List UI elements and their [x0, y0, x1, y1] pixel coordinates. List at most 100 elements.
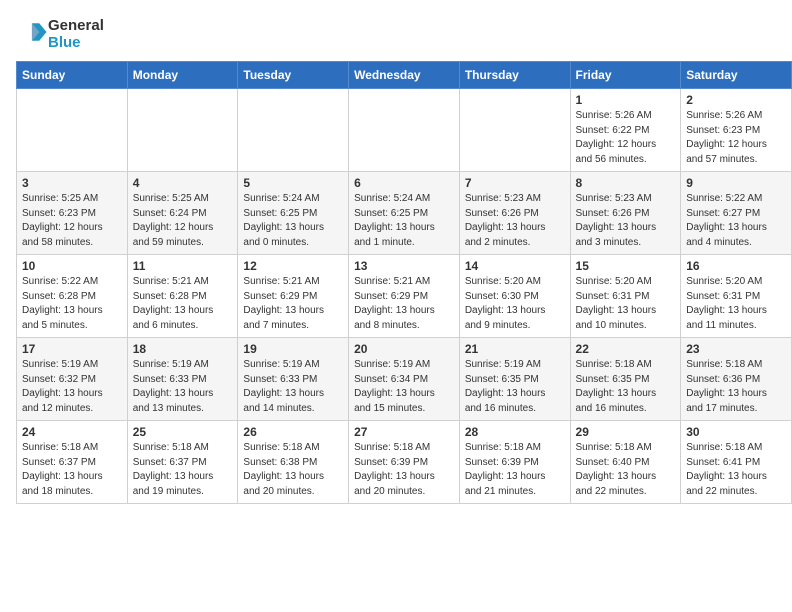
day-number: 28 — [465, 425, 565, 439]
calendar-day: 25 Sunrise: 5:18 AM Sunset: 6:37 PM Dayli… — [127, 421, 238, 504]
day-info: Sunrise: 5:19 AM Sunset: 6:34 PM Dayligh… — [354, 358, 454, 416]
day-number: 15 — [576, 259, 676, 273]
day-number: 9 — [686, 176, 786, 190]
day-info: Sunrise: 5:19 AM Sunset: 6:33 PM Dayligh… — [243, 358, 343, 416]
day-info: Sunrise: 5:21 AM Sunset: 6:29 PM Dayligh… — [354, 275, 454, 333]
day-number: 8 — [576, 176, 676, 190]
calendar-day: 28 Sunrise: 5:18 AM Sunset: 6:39 PM Dayli… — [459, 421, 570, 504]
day-info: Sunrise: 5:25 AM Sunset: 6:24 PM Dayligh… — [133, 192, 233, 250]
day-info: Sunrise: 5:18 AM Sunset: 6:41 PM Dayligh… — [686, 441, 786, 499]
calendar-day: 12 Sunrise: 5:21 AM Sunset: 6:29 PM Dayli… — [238, 255, 349, 338]
calendar-day: 29 Sunrise: 5:18 AM Sunset: 6:40 PM Dayli… — [570, 421, 681, 504]
calendar-day: 6 Sunrise: 5:24 AM Sunset: 6:25 PM Daylig… — [349, 172, 460, 255]
calendar-day: 17Sunrise: 5:19 AM Sunset: 6:32 PM Dayli… — [17, 338, 128, 421]
calendar-day: 22 Sunrise: 5:18 AM Sunset: 6:35 PM Dayli… — [570, 338, 681, 421]
day-info: Sunrise: 5:20 AM Sunset: 6:31 PM Dayligh… — [576, 275, 676, 333]
day-info: Sunrise: 5:22 AM Sunset: 6:28 PM Dayligh… — [22, 275, 122, 333]
day-number: 6 — [354, 176, 454, 190]
day-info: Sunrise: 5:23 AM Sunset: 6:26 PM Dayligh… — [576, 192, 676, 250]
page-header: General Blue — [0, 0, 792, 61]
calendar-day: 11 Sunrise: 5:21 AM Sunset: 6:28 PM Dayli… — [127, 255, 238, 338]
day-number: 3 — [22, 176, 122, 190]
calendar-day: 30 Sunrise: 5:18 AM Sunset: 6:41 PM Dayli… — [681, 421, 792, 504]
calendar-day — [349, 89, 460, 172]
calendar-day: 18 Sunrise: 5:19 AM Sunset: 6:33 PM Dayli… — [127, 338, 238, 421]
calendar-day: 20 Sunrise: 5:19 AM Sunset: 6:34 PM Dayli… — [349, 338, 460, 421]
day-info: Sunrise: 5:19 AM Sunset: 6:32 PM Dayligh… — [22, 358, 122, 416]
day-info: Sunrise: 5:20 AM Sunset: 6:31 PM Dayligh… — [686, 275, 786, 333]
day-info: Sunrise: 5:24 AM Sunset: 6:25 PM Dayligh… — [354, 192, 454, 250]
calendar-day: 3Sunrise: 5:25 AM Sunset: 6:23 PM Daylig… — [17, 172, 128, 255]
day-number: 16 — [686, 259, 786, 273]
day-number: 5 — [243, 176, 343, 190]
day-info: Sunrise: 5:21 AM Sunset: 6:29 PM Dayligh… — [243, 275, 343, 333]
day-number: 30 — [686, 425, 786, 439]
day-number: 11 — [133, 259, 233, 273]
day-info: Sunrise: 5:20 AM Sunset: 6:30 PM Dayligh… — [465, 275, 565, 333]
day-number: 12 — [243, 259, 343, 273]
day-info: Sunrise: 5:18 AM Sunset: 6:37 PM Dayligh… — [133, 441, 233, 499]
day-info: Sunrise: 5:18 AM Sunset: 6:40 PM Dayligh… — [576, 441, 676, 499]
logo: General Blue — [24, 18, 104, 51]
day-info: Sunrise: 5:18 AM Sunset: 6:35 PM Dayligh… — [576, 358, 676, 416]
calendar-day: 14 Sunrise: 5:20 AM Sunset: 6:30 PM Dayli… — [459, 255, 570, 338]
day-number: 7 — [465, 176, 565, 190]
day-number: 18 — [133, 342, 233, 356]
calendar-header-saturday: Saturday — [681, 62, 792, 89]
day-info: Sunrise: 5:26 AM Sunset: 6:22 PM Dayligh… — [576, 109, 676, 167]
day-number: 1 — [576, 93, 676, 107]
calendar-header-wednesday: Wednesday — [349, 62, 460, 89]
day-number: 10 — [22, 259, 122, 273]
calendar-day: 4 Sunrise: 5:25 AM Sunset: 6:24 PM Daylig… — [127, 172, 238, 255]
logo-text-general: General — [48, 17, 104, 34]
calendar-day: 21Sunrise: 5:19 AM Sunset: 6:35 PM Dayli… — [459, 338, 570, 421]
day-info: Sunrise: 5:21 AM Sunset: 6:28 PM Dayligh… — [133, 275, 233, 333]
calendar-day — [17, 89, 128, 172]
day-info: Sunrise: 5:22 AM Sunset: 6:27 PM Dayligh… — [686, 192, 786, 250]
day-info: Sunrise: 5:18 AM Sunset: 6:39 PM Dayligh… — [354, 441, 454, 499]
day-number: 13 — [354, 259, 454, 273]
calendar-day — [459, 89, 570, 172]
day-info: Sunrise: 5:18 AM Sunset: 6:37 PM Dayligh… — [22, 441, 122, 499]
calendar-day — [238, 89, 349, 172]
day-number: 20 — [354, 342, 454, 356]
day-number: 24 — [22, 425, 122, 439]
calendar-day: 13 Sunrise: 5:21 AM Sunset: 6:29 PM Dayli… — [349, 255, 460, 338]
calendar-day: 26 Sunrise: 5:18 AM Sunset: 6:38 PM Dayli… — [238, 421, 349, 504]
calendar-header-tuesday: Tuesday — [238, 62, 349, 89]
day-number: 27 — [354, 425, 454, 439]
day-number: 23 — [686, 342, 786, 356]
day-number: 22 — [576, 342, 676, 356]
day-number: 25 — [133, 425, 233, 439]
day-info: Sunrise: 5:23 AM Sunset: 6:26 PM Dayligh… — [465, 192, 565, 250]
calendar-header-friday: Friday — [570, 62, 681, 89]
day-number: 4 — [133, 176, 233, 190]
day-number: 14 — [465, 259, 565, 273]
day-info: Sunrise: 5:18 AM Sunset: 6:38 PM Dayligh… — [243, 441, 343, 499]
day-info: Sunrise: 5:19 AM Sunset: 6:35 PM Dayligh… — [465, 358, 565, 416]
day-info: Sunrise: 5:26 AM Sunset: 6:23 PM Dayligh… — [686, 109, 786, 167]
day-info: Sunrise: 5:18 AM Sunset: 6:36 PM Dayligh… — [686, 358, 786, 416]
calendar-header-monday: Monday — [127, 62, 238, 89]
calendar-container: SundayMondayTuesdayWednesdayThursdayFrid… — [0, 61, 792, 512]
calendar-day: 5 Sunrise: 5:24 AM Sunset: 6:25 PM Daylig… — [238, 172, 349, 255]
calendar-week-5: 24 Sunrise: 5:18 AM Sunset: 6:37 PM Dayli… — [17, 421, 792, 504]
calendar-week-3: 10 Sunrise: 5:22 AM Sunset: 6:28 PM Dayli… — [17, 255, 792, 338]
day-number: 26 — [243, 425, 343, 439]
calendar-day: 1 Sunrise: 5:26 AM Sunset: 6:22 PM Daylig… — [570, 89, 681, 172]
logo-text-blue: Blue — [48, 34, 81, 51]
calendar-table: SundayMondayTuesdayWednesdayThursdayFrid… — [16, 61, 792, 504]
calendar-day: 2Sunrise: 5:26 AM Sunset: 6:23 PM Daylig… — [681, 89, 792, 172]
calendar-day: 7 Sunrise: 5:23 AM Sunset: 6:26 PM Daylig… — [459, 172, 570, 255]
calendar-week-2: 3Sunrise: 5:25 AM Sunset: 6:23 PM Daylig… — [17, 172, 792, 255]
day-number: 29 — [576, 425, 676, 439]
day-info: Sunrise: 5:18 AM Sunset: 6:39 PM Dayligh… — [465, 441, 565, 499]
calendar-day: 24 Sunrise: 5:18 AM Sunset: 6:37 PM Dayli… — [17, 421, 128, 504]
calendar-day: 19Sunrise: 5:19 AM Sunset: 6:33 PM Dayli… — [238, 338, 349, 421]
calendar-day — [127, 89, 238, 172]
logo-icon — [26, 21, 48, 43]
day-info: Sunrise: 5:19 AM Sunset: 6:33 PM Dayligh… — [133, 358, 233, 416]
calendar-day: 10 Sunrise: 5:22 AM Sunset: 6:28 PM Dayli… — [17, 255, 128, 338]
day-info: Sunrise: 5:24 AM Sunset: 6:25 PM Dayligh… — [243, 192, 343, 250]
calendar-header-sunday: Sunday — [17, 62, 128, 89]
